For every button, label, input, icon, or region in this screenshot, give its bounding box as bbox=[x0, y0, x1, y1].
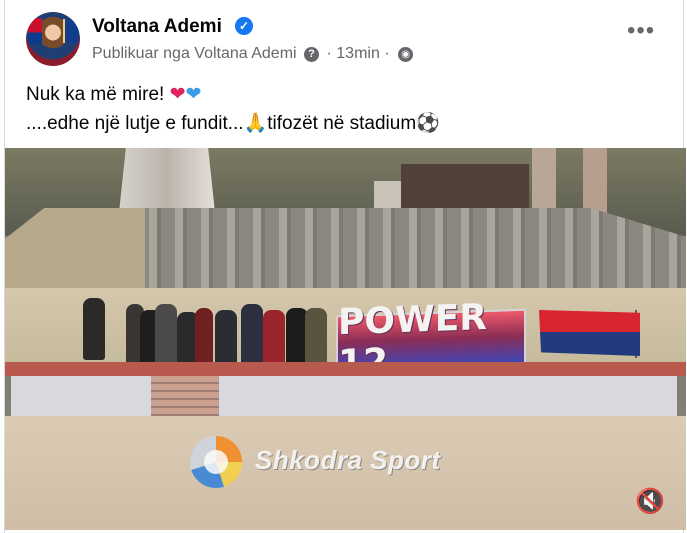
avatar-flag-right bbox=[63, 19, 79, 43]
author-avatar[interactable] bbox=[26, 12, 80, 66]
verified-badge-icon: ✓ bbox=[235, 17, 253, 35]
meta-separator-1: · bbox=[326, 45, 332, 62]
blue-heart-icon: ❤ bbox=[185, 83, 202, 105]
author-name[interactable]: Voltana Ademi bbox=[92, 16, 222, 38]
post-text: Nuk ka më mire! ❤❤ ....edhe një lutje e … bbox=[26, 80, 440, 138]
fan-person bbox=[155, 304, 177, 366]
post-text-line-2: ....edhe një lutje e fundit...🙏tifozët n… bbox=[26, 109, 440, 138]
watermark-text: Shkodra Sport bbox=[255, 445, 441, 475]
published-by-text[interactable]: Publikuar nga Voltana Ademi bbox=[92, 45, 297, 62]
post-header: Voltana Ademi ✓ Publikuar nga Voltana Ad… bbox=[26, 12, 666, 68]
fan-person bbox=[241, 304, 263, 366]
praying-hands-icon: 🙏 bbox=[243, 112, 268, 134]
muted-speaker-icon[interactable]: 🔇 bbox=[635, 487, 665, 515]
globe-icon: ◉ bbox=[398, 46, 414, 62]
post-time[interactable]: 13min bbox=[336, 45, 380, 62]
fan-person bbox=[195, 308, 213, 370]
post-meta: Publikuar nga Voltana Ademi ? · 13min · … bbox=[92, 44, 414, 64]
shkodra-sport-logo-icon bbox=[190, 436, 242, 488]
fan-person bbox=[305, 308, 327, 370]
stairs bbox=[151, 376, 219, 416]
avatar-flag-left bbox=[28, 18, 42, 44]
fan-person bbox=[83, 298, 105, 360]
club-flag bbox=[539, 310, 640, 356]
parapet-wall bbox=[11, 376, 677, 416]
post-text-line-2-mid: tifozët në stadium bbox=[267, 113, 417, 134]
parapet-top bbox=[5, 362, 686, 376]
meta-separator-2: · bbox=[384, 45, 390, 62]
help-icon[interactable]: ? bbox=[304, 46, 320, 62]
facebook-post: Voltana Ademi ✓ Publikuar nga Voltana Ad… bbox=[0, 0, 687, 533]
video-watermark: Shkodra Sport bbox=[190, 436, 490, 488]
post-text-line-1-text: Nuk ka më mire! bbox=[26, 84, 165, 105]
more-options-icon[interactable]: ••• bbox=[627, 19, 654, 44]
post-text-line-2-prefix: ....edhe një lutje e fundit... bbox=[26, 113, 244, 134]
post-video[interactable]: POWER 12 Shkodra Sport 🔇 bbox=[5, 148, 686, 530]
soccer-ball-icon: ⚽ bbox=[416, 112, 440, 134]
post-text-line-1: Nuk ka më mire! ❤❤ bbox=[26, 80, 440, 109]
red-heart-icon: ❤ bbox=[169, 83, 186, 105]
